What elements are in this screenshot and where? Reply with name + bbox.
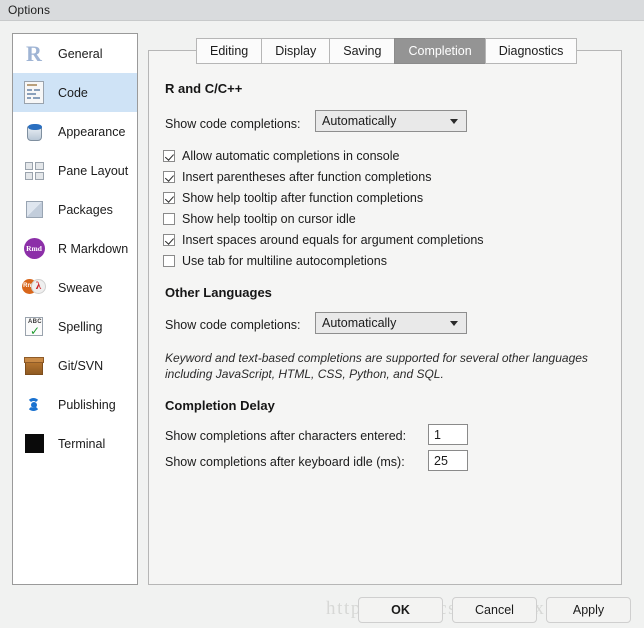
sidebar-item-sweave[interactable]: Rnw λ Sweave bbox=[13, 268, 137, 307]
package-box-icon bbox=[22, 198, 46, 222]
chevron-down-icon bbox=[450, 119, 458, 124]
completion-delay-idle-value: 25 bbox=[434, 453, 448, 468]
sidebar-item-code[interactable]: Code bbox=[13, 73, 137, 112]
sidebar-item-label: R Markdown bbox=[58, 241, 129, 256]
sidebar-item-pane-layout[interactable]: Pane Layout bbox=[13, 151, 137, 190]
checkbox-box bbox=[163, 255, 175, 267]
rmd-badge-icon: Rmd bbox=[22, 237, 46, 261]
sidebar-item-label: Sweave bbox=[58, 280, 103, 295]
checkbox-allow-automatic-completions-in-console[interactable]: Allow automatic completions in console bbox=[163, 149, 399, 163]
tab-label: Editing bbox=[210, 44, 249, 58]
sidebar-item-label: Terminal bbox=[58, 436, 106, 451]
sidebar-item-label: Publishing bbox=[58, 397, 116, 412]
publishing-icon bbox=[22, 393, 46, 417]
sidebar-item-terminal[interactable]: Terminal bbox=[13, 424, 137, 463]
completion-delay-idle-input[interactable]: 25 bbox=[428, 450, 468, 471]
code-file-icon bbox=[22, 81, 46, 105]
checkbox-insert-spaces-around-equals[interactable]: Insert spaces around equals for argument… bbox=[163, 233, 484, 247]
terminal-icon bbox=[22, 432, 46, 456]
apply-button[interactable]: Apply bbox=[546, 597, 631, 623]
sidebar-item-label: Pane Layout bbox=[58, 163, 129, 178]
sidebar-item-packages[interactable]: Packages bbox=[13, 190, 137, 229]
r-cpp-show-completions-select[interactable]: Automatically bbox=[315, 110, 467, 132]
checkbox-box bbox=[163, 192, 175, 204]
sidebar-item-label: Spelling bbox=[58, 319, 103, 334]
sidebar-item-label: Git/SVN bbox=[58, 358, 104, 373]
checkbox-label: Use tab for multiline autocompletions bbox=[182, 254, 387, 268]
tab-label: Display bbox=[275, 44, 317, 58]
sidebar-item-label: Packages bbox=[58, 202, 113, 217]
checkbox-label: Show help tooltip after function complet… bbox=[182, 191, 424, 205]
checkbox-show-help-tooltip-on-cursor-idle[interactable]: Show help tooltip on cursor idle bbox=[163, 212, 356, 226]
code-options-tabs: Editing Display Saving Completion Diagno… bbox=[196, 37, 578, 64]
checkbox-label: Insert parentheses after function comple… bbox=[182, 170, 432, 184]
cancel-button[interactable]: Cancel bbox=[452, 597, 537, 623]
ok-button-label: OK bbox=[391, 603, 410, 617]
checkbox-use-tab-for-multiline-autocompletions[interactable]: Use tab for multiline autocompletions bbox=[163, 254, 387, 268]
r-cpp-show-completions-label: Show code completions: bbox=[165, 117, 301, 131]
tab-saving[interactable]: Saving bbox=[329, 38, 395, 64]
pane-grid-icon bbox=[22, 159, 46, 183]
window-titlebar: Options bbox=[0, 0, 644, 21]
sidebar-item-spelling[interactable]: ABC ✓ Spelling bbox=[13, 307, 137, 346]
checkbox-label: Show help tooltip on cursor idle bbox=[182, 212, 356, 226]
r-cpp-show-completions-value: Automatically bbox=[322, 114, 397, 128]
git-box-icon bbox=[22, 354, 46, 378]
paint-bucket-icon bbox=[22, 120, 46, 144]
sidebar-item-publishing[interactable]: Publishing bbox=[13, 385, 137, 424]
checkbox-label: Insert spaces around equals for argument… bbox=[182, 233, 484, 247]
checkbox-show-help-tooltip-after-function-completions[interactable]: Show help tooltip after function complet… bbox=[163, 191, 423, 205]
sidebar-item-label: Code bbox=[58, 85, 88, 100]
other-languages-show-completions-label: Show code completions: bbox=[165, 318, 301, 332]
sidebar-item-label: General bbox=[58, 46, 103, 61]
checkbox-box bbox=[163, 213, 175, 225]
checkbox-box bbox=[163, 150, 175, 162]
sidebar-item-general[interactable]: R General bbox=[13, 34, 137, 73]
section-title-r-cpp: R and C/C++ bbox=[165, 81, 243, 96]
sweave-rnw-pdf-icon: Rnw λ bbox=[22, 276, 46, 300]
tab-completion[interactable]: Completion bbox=[394, 38, 485, 64]
r-logo-icon: R bbox=[26, 40, 42, 66]
sidebar-item-label: Appearance bbox=[58, 124, 126, 139]
sidebar-item-r-markdown[interactable]: Rmd R Markdown bbox=[13, 229, 137, 268]
cancel-button-label: Cancel bbox=[475, 603, 514, 617]
tab-label: Diagnostics bbox=[498, 44, 564, 58]
window-title: Options bbox=[8, 3, 51, 17]
tab-display[interactable]: Display bbox=[261, 38, 330, 64]
tab-editing[interactable]: Editing bbox=[196, 38, 262, 64]
tab-diagnostics[interactable]: Diagnostics bbox=[484, 38, 578, 64]
checkbox-insert-parentheses-after-function-completions[interactable]: Insert parentheses after function comple… bbox=[163, 170, 431, 184]
other-languages-show-completions-value: Automatically bbox=[322, 316, 397, 330]
sidebar-item-git-svn[interactable]: Git/SVN bbox=[13, 346, 137, 385]
tab-label: Completion bbox=[408, 44, 472, 58]
spellcheck-icon: ABC ✓ bbox=[22, 315, 46, 339]
options-content-panel: R and C/C++ Show code completions: Autom… bbox=[148, 50, 622, 585]
other-languages-help-text: Keyword and text-based completions are s… bbox=[165, 351, 588, 381]
completion-delay-chars-input[interactable]: 1 bbox=[428, 424, 468, 445]
checkbox-box bbox=[163, 171, 175, 183]
checkbox-label: Allow automatic completions in console bbox=[182, 149, 400, 163]
checkbox-box bbox=[163, 234, 175, 246]
apply-button-label: Apply bbox=[572, 603, 605, 617]
completion-delay-idle-label: Show completions after keyboard idle (ms… bbox=[165, 455, 405, 469]
section-title-completion-delay: Completion Delay bbox=[165, 398, 275, 413]
section-title-other-languages: Other Languages bbox=[165, 285, 272, 300]
completion-delay-chars-value: 1 bbox=[434, 427, 441, 442]
ok-button[interactable]: OK bbox=[358, 597, 443, 623]
options-category-sidebar: R General Code Appearance Pane Layout Pa… bbox=[12, 33, 138, 585]
other-languages-show-completions-select[interactable]: Automatically bbox=[315, 312, 467, 334]
completion-delay-chars-label: Show completions after characters entere… bbox=[165, 429, 407, 443]
sidebar-item-appearance[interactable]: Appearance bbox=[13, 112, 137, 151]
tab-label: Saving bbox=[343, 44, 382, 58]
chevron-down-icon bbox=[450, 321, 458, 326]
